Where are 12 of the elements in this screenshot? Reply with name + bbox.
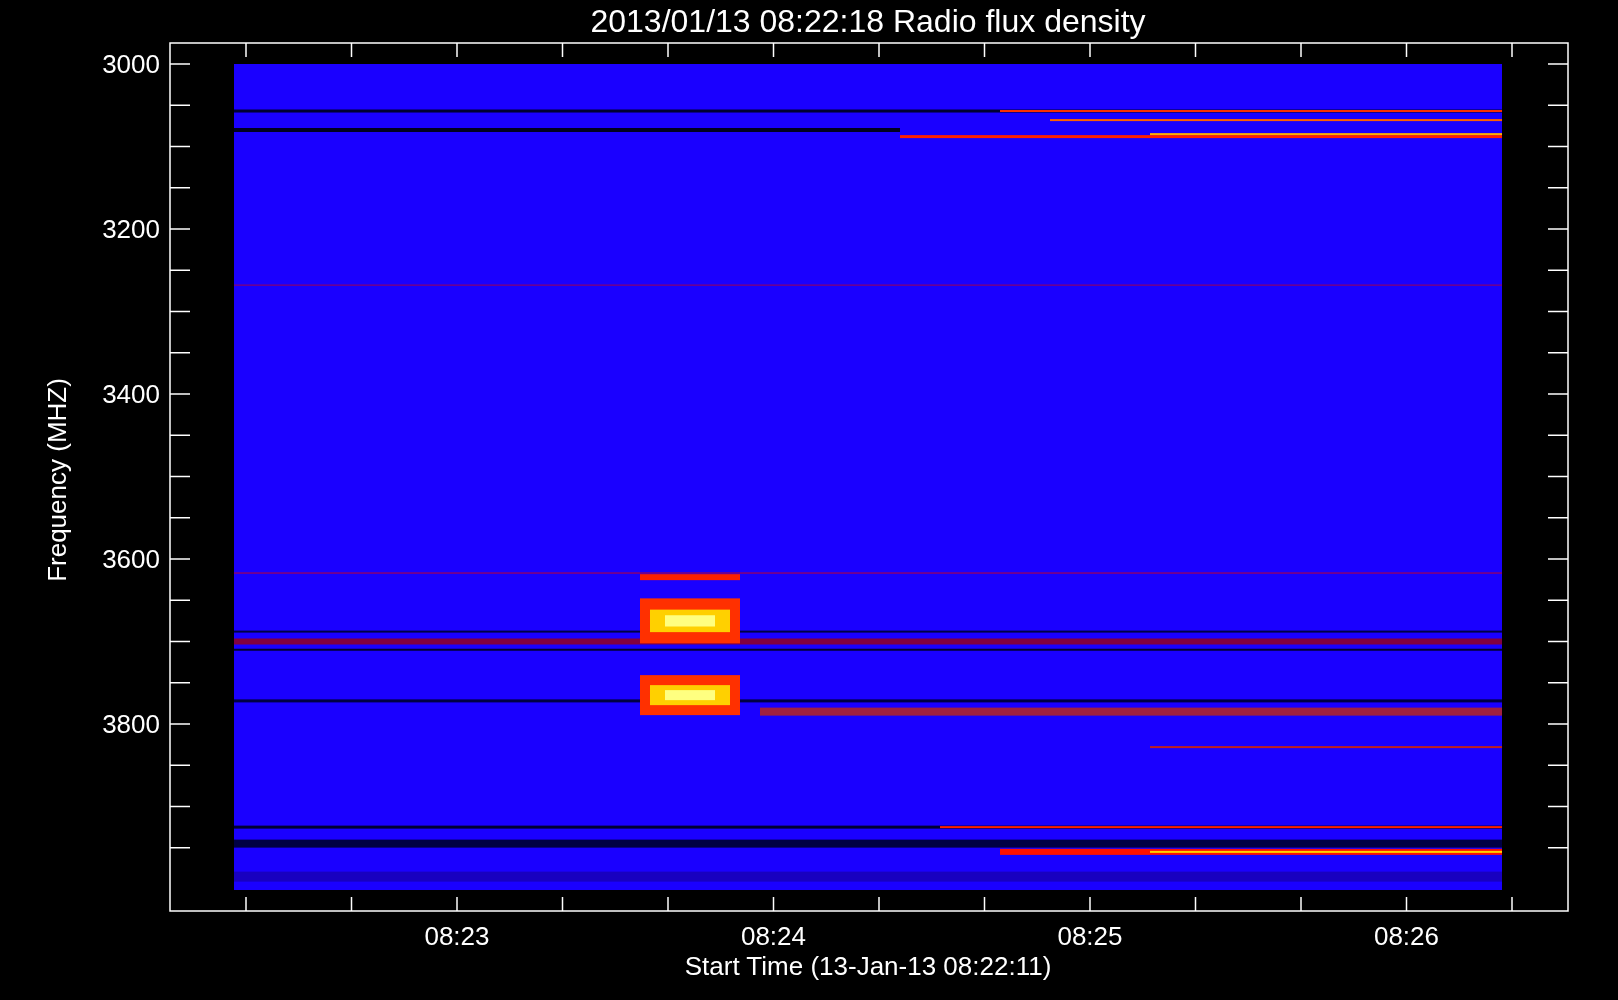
- x-tick-label: 08:23: [424, 921, 490, 951]
- y-axis-label: Frequency (MHZ): [42, 378, 72, 582]
- y-tick-label: 3400: [102, 379, 160, 409]
- y-tick-label: 3200: [102, 214, 160, 244]
- y-tick-label: 3800: [102, 709, 160, 739]
- chart-title: 2013/01/13 08:22:18 Radio flux density: [590, 3, 1146, 39]
- y-tick-label: 3600: [102, 544, 160, 574]
- x-axis-label: Start Time (13-Jan-13 08:22:11): [684, 951, 1052, 981]
- x-tick-label: 08:26: [1373, 921, 1440, 951]
- y-tick-label: 3000: [102, 49, 160, 79]
- x-tick-label: 08:25: [1057, 921, 1123, 951]
- x-tick-label: 08:24: [740, 921, 807, 951]
